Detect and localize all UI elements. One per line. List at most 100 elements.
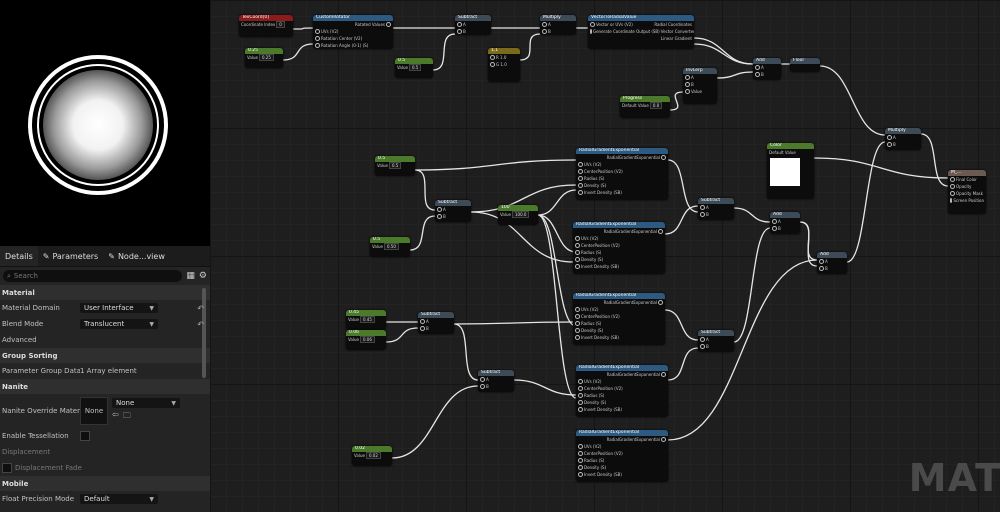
color-swatch[interactable] — [770, 158, 800, 186]
node-input-pin[interactable]: UVs (V2) — [576, 378, 668, 385]
section-material[interactable]: Material — [0, 285, 210, 300]
node-input-pin[interactable]: UVs (V2) — [576, 161, 668, 168]
node-custom-rotator[interactable]: CustomRotator Rotated Values UVs (V2) Rotat… — [313, 15, 393, 49]
node-input-pin[interactable]: Invert Density (SB) — [576, 471, 668, 478]
node-input-pin[interactable]: A — [770, 218, 800, 225]
node-input-pin[interactable]: CenterPosition (V2) — [576, 385, 668, 392]
node-add-mid[interactable]: Add A B — [770, 212, 800, 234]
graph-wire[interactable] — [667, 347, 699, 381]
node-input-pin[interactable]: A — [478, 376, 514, 383]
node-input-pin[interactable]: A — [885, 134, 921, 141]
node-input-pin[interactable]: Opacity — [948, 183, 986, 190]
graph-wire[interactable] — [453, 321, 574, 325]
node-input-pin[interactable]: A — [455, 21, 491, 28]
graph-wire[interactable] — [819, 65, 886, 136]
node-input-pin[interactable]: CenterPosition (V2) — [576, 168, 668, 175]
node-input-pin[interactable]: Density (S) — [576, 464, 668, 471]
node-input-pin[interactable]: Density (S) — [573, 327, 665, 334]
node-input-pin[interactable]: B — [885, 141, 921, 148]
node-input-pin[interactable]: B — [698, 343, 734, 350]
graph-wire[interactable] — [799, 221, 818, 261]
node-output-pin[interactable]: Rotated Values — [313, 21, 393, 28]
graph-wire[interactable] — [537, 214, 577, 399]
section-group-sorting[interactable]: Group Sorting — [0, 348, 210, 363]
graph-wire[interactable] — [432, 33, 456, 71]
node-input-pin[interactable]: UVs (V2) — [576, 443, 668, 450]
node-add-top[interactable]: Add A B — [753, 58, 781, 80]
node-input-pin[interactable]: Radius (S) — [576, 457, 668, 464]
node-input-pin[interactable]: R 1.0 — [488, 54, 520, 61]
node-floor[interactable]: Floor — [790, 58, 820, 72]
reset-arrow-icon[interactable]: ↶ — [197, 320, 204, 329]
reset-arrow-icon[interactable]: ↶ — [197, 304, 204, 313]
node-radial1[interactable]: RadialGradientExponential RadialGradientE… — [576, 148, 668, 200]
node-output-pin[interactable]: RadialGradientExponential — [576, 154, 668, 161]
node-const-d[interactable]: 0.5 Value 0.50 — [370, 237, 410, 257]
gear-icon[interactable]: ⚙ — [199, 271, 207, 281]
section-mobile[interactable]: Mobile — [0, 476, 210, 491]
node-input-pin[interactable]: Radius (S) — [573, 249, 665, 256]
node-multiply-top[interactable]: Multiply A B — [540, 15, 576, 35]
search-input[interactable]: ⌕ Search — [3, 270, 183, 282]
node-input-pin[interactable]: B — [478, 383, 514, 390]
tab-node-preview[interactable]: ✎ Node...view — [103, 246, 170, 266]
node-input-pin[interactable]: A — [683, 74, 717, 81]
node-const-e[interactable]: 0.45 Value 0.45 — [346, 310, 386, 330]
node-subtract-r1[interactable]: Subtract A B — [698, 198, 734, 220]
node-input-pin[interactable]: UVs (V2) — [573, 306, 665, 313]
node-input-pin[interactable]: Invert Density (SB) — [573, 334, 665, 341]
node-value-field[interactable]: 0.50 — [383, 243, 399, 250]
node-const-b[interactable]: 0.5 Value 0.5 — [395, 58, 433, 78]
graph-wire[interactable] — [409, 215, 436, 251]
node-input-pin[interactable]: Invert Density (SB) — [576, 406, 668, 413]
node-input-pin[interactable]: Radius (S) — [573, 320, 665, 327]
node-value-field[interactable]: 0.45 — [359, 316, 375, 323]
graph-wire[interactable] — [537, 189, 577, 216]
node-input-pin[interactable]: UVs (V2) — [313, 28, 393, 35]
graph-wire[interactable] — [414, 169, 436, 211]
section-nanite[interactable]: Nanite — [0, 379, 210, 394]
node-output-pin[interactable]: RadialGradientExponential — [573, 228, 665, 235]
float-precision-dropdown[interactable]: Default ▼ — [80, 494, 158, 504]
node-value-field[interactable]: 0 — [276, 21, 285, 28]
node-input-pin[interactable]: Density (S) — [576, 182, 668, 189]
node-value-field[interactable]: 100.0 — [511, 211, 530, 218]
node-input-pin[interactable]: B — [817, 265, 847, 272]
graph-wire[interactable] — [733, 227, 771, 343]
node-subtract-r2[interactable]: Subtract A B — [698, 330, 734, 352]
graph-wire[interactable] — [733, 207, 771, 223]
node-input-pin[interactable]: Radius (S) — [576, 392, 668, 399]
blend-mode-dropdown[interactable]: Translucent ▼ — [80, 319, 158, 329]
node-multiply-right[interactable]: Multiply A B — [885, 128, 921, 150]
nanite-thumbnail[interactable]: None — [80, 397, 108, 425]
node-input-pin[interactable]: B — [770, 225, 800, 232]
node-input-pin[interactable]: Invert Density (SB) — [573, 263, 665, 270]
node-input-pin[interactable]: A — [698, 204, 734, 211]
node-input-pin[interactable]: UVs (V2) — [573, 235, 665, 242]
graph-wire[interactable] — [667, 159, 699, 213]
node-value-field[interactable]: 0.06 — [359, 336, 375, 343]
node-input-pin[interactable]: CenterPosition (V2) — [576, 450, 668, 457]
node-input-pin[interactable]: B — [683, 81, 717, 88]
tab-parameters[interactable]: ✎ Parameters — [38, 246, 104, 266]
graph-wire[interactable] — [519, 33, 541, 61]
node-input-pin[interactable]: Radius (S) — [576, 175, 668, 182]
node-output-pin[interactable]: Linear Gradient — [588, 35, 694, 42]
node-input-pin[interactable]: Density (S) — [576, 399, 668, 406]
graph-wire[interactable] — [693, 43, 754, 65]
graph-wire[interactable] — [385, 327, 419, 343]
node-value-field[interactable]: 0.02 — [365, 452, 381, 459]
node-input-pin[interactable]: Final Color — [948, 176, 986, 183]
panel-scrollbar[interactable] — [202, 288, 206, 378]
node-const-g[interactable]: 0.02 Value 0.02 — [352, 446, 392, 466]
graph-wire[interactable] — [453, 323, 479, 381]
node-add-low[interactable]: Add A B — [817, 252, 847, 274]
node-const-v2[interactable]: 1,1 R 1.0 G 1.0 — [488, 48, 520, 82]
node-input-pin[interactable]: B — [455, 28, 491, 35]
graph-wire[interactable] — [669, 91, 684, 111]
row-advanced[interactable]: Advanced — [0, 332, 210, 348]
node-input-pin[interactable]: G 1.0 — [488, 61, 520, 68]
node-const-100[interactable]: 100 Value 100.0 — [498, 205, 538, 225]
node-input-pin[interactable]: A — [540, 21, 576, 28]
table-view-icon[interactable]: ▦ — [186, 271, 195, 281]
